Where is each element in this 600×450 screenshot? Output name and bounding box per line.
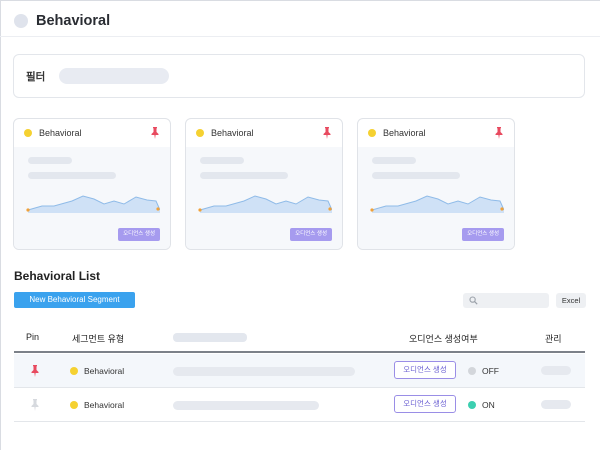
card-body: 오디언스 생성	[358, 147, 514, 249]
segment-type-label: Behavioral	[84, 366, 125, 376]
skeleton-line	[200, 157, 244, 164]
manage-placeholder[interactable]	[541, 366, 571, 375]
status-label: OFF	[482, 366, 499, 376]
sparkline-chart	[198, 195, 332, 213]
card-body: 오디언스 생성	[14, 147, 170, 249]
segment-card[interactable]: Behavioral 오디언스 생성	[13, 118, 171, 250]
segment-type-label: Behavioral	[84, 400, 125, 410]
card-header: Behavioral	[358, 119, 514, 147]
row-placeholder	[173, 367, 355, 376]
filter-panel: 필터	[13, 54, 585, 98]
card-title: Behavioral	[383, 128, 426, 138]
type-dot-icon	[196, 129, 204, 137]
skeleton-line	[28, 172, 116, 179]
card-title: Behavioral	[211, 128, 254, 138]
column-header-manage: 관리	[545, 334, 562, 344]
row-placeholder	[173, 401, 319, 410]
create-audience-button[interactable]: 오디언스 생성	[394, 361, 456, 379]
create-audience-button[interactable]: 오디언스 생성	[394, 395, 456, 413]
create-audience-button[interactable]: 오디언스 생성	[290, 228, 332, 241]
segment-type: Behavioral	[70, 366, 124, 376]
segment-card[interactable]: Behavioral 오디언스 생성	[357, 118, 515, 250]
avatar-placeholder-icon	[14, 14, 28, 28]
card-header: Behavioral	[186, 119, 342, 147]
column-header-type: 세그먼트 유형	[72, 334, 125, 344]
page-header: Behavioral	[14, 10, 110, 32]
table-header: Pin 세그먼트 유형 오디언스 생성여부 관리	[14, 323, 585, 353]
status-dot-icon	[468, 367, 476, 375]
manage-placeholder[interactable]	[541, 400, 571, 409]
status-dot-icon	[468, 401, 476, 409]
audience-status: ON	[468, 400, 495, 410]
type-dot-icon	[368, 129, 376, 137]
list-title: Behavioral List	[14, 269, 101, 283]
column-header-placeholder	[173, 333, 247, 342]
pushpin-icon[interactable]	[494, 127, 504, 139]
status-label: ON	[482, 400, 495, 410]
sparkline-chart	[26, 195, 160, 213]
skeleton-line	[372, 157, 416, 164]
skeleton-line	[28, 157, 72, 164]
pushpin-icon[interactable]	[30, 399, 40, 411]
type-dot-icon	[70, 401, 78, 409]
card-body: 오디언스 생성	[186, 147, 342, 249]
create-audience-button[interactable]: 오디언스 생성	[462, 228, 504, 241]
type-dot-icon	[24, 129, 32, 137]
page-title: Behavioral	[36, 13, 111, 29]
pushpin-icon[interactable]	[150, 127, 160, 139]
sparkline-chart	[370, 195, 504, 213]
pushpin-icon[interactable]	[322, 127, 332, 139]
audience-status: OFF	[468, 366, 499, 376]
table-row[interactable]: Behavioral 오디언스 생성 OFF	[14, 354, 585, 388]
search-input[interactable]	[463, 293, 549, 308]
table-row[interactable]: Behavioral 오디언스 생성 ON	[14, 388, 585, 422]
segment-type: Behavioral	[70, 400, 124, 410]
excel-button[interactable]: Excel	[556, 293, 586, 308]
card-header: Behavioral	[14, 119, 170, 147]
card-title: Behavioral	[39, 128, 82, 138]
type-dot-icon	[70, 367, 78, 375]
search-icon	[469, 296, 478, 305]
header-divider	[0, 36, 600, 37]
skeleton-line	[372, 172, 460, 179]
skeleton-line	[200, 172, 288, 179]
new-segment-button[interactable]: New Behavioral Segment	[14, 292, 135, 308]
create-audience-button[interactable]: 오디언스 생성	[118, 228, 160, 241]
pushpin-icon[interactable]	[30, 365, 40, 377]
filter-label: 필터	[26, 70, 46, 83]
column-header-pin: Pin	[26, 332, 40, 342]
column-header-audience: 오디언스 생성여부	[409, 334, 478, 344]
filter-input[interactable]	[59, 68, 170, 84]
segment-card[interactable]: Behavioral 오디언스 생성	[185, 118, 343, 250]
